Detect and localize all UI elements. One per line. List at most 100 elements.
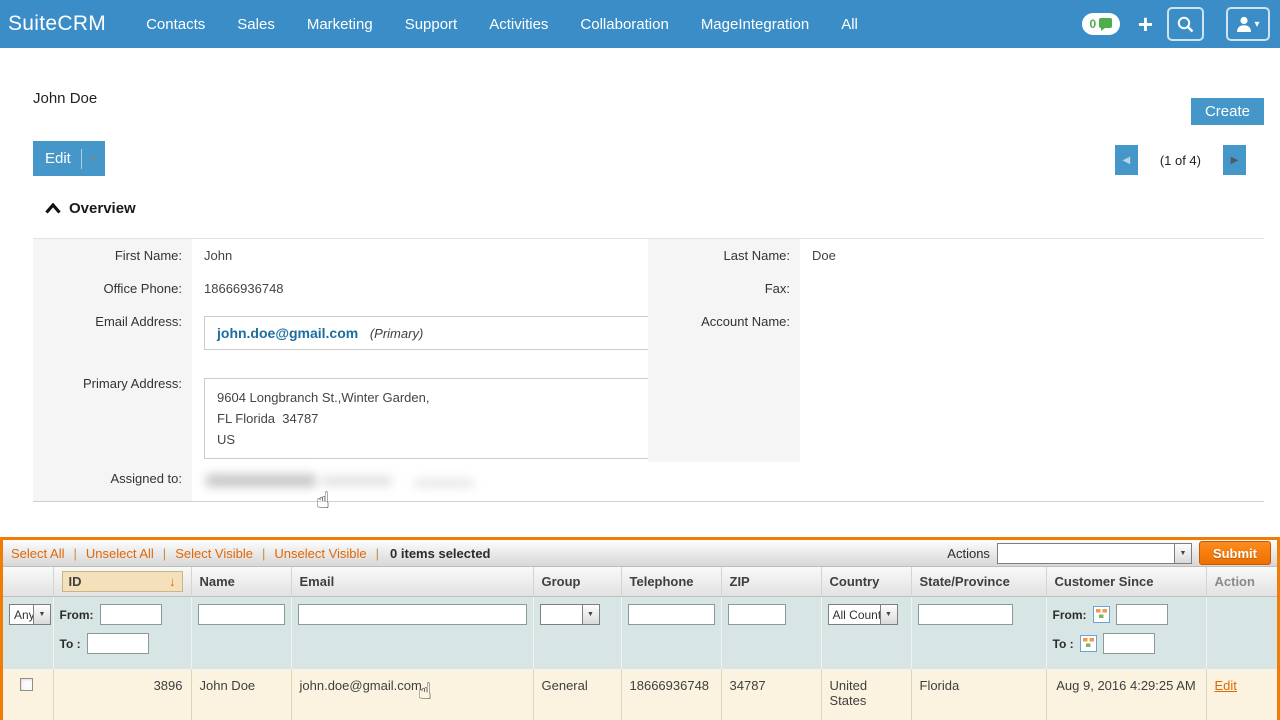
edit-caret-icon[interactable]: ▾ (90, 152, 96, 165)
search-button[interactable] (1167, 7, 1204, 41)
calendar-icon[interactable] (1092, 606, 1110, 623)
table-header-row: ID ↓ Name Email Group Telephone ZIP Coun… (3, 567, 1277, 597)
email-field-box: john.doe@gmail.com (Primary) (204, 316, 654, 350)
nav-item-marketing[interactable]: Marketing (291, 10, 389, 39)
filter-state-input[interactable] (917, 604, 1013, 625)
nav-item-contacts[interactable]: Contacts (130, 10, 221, 39)
next-record-button[interactable]: ▶ (1223, 145, 1246, 175)
nav-item-activities[interactable]: Activities (473, 10, 564, 39)
filter-email-cell (291, 596, 534, 669)
nav-item-support[interactable]: Support (389, 10, 474, 39)
nav-item-all[interactable]: All (825, 10, 874, 39)
filter-telephone-cell (621, 596, 722, 669)
unselect-visible-link[interactable]: Unselect Visible (274, 546, 366, 561)
pagination-counter: (1 of 4) (1159, 152, 1201, 168)
chevron-up-icon (45, 203, 61, 214)
cell-email: john.doe@gmail.com (291, 669, 534, 720)
filter-action-cell (1206, 596, 1277, 669)
actions-area: Actions ▼ Submit (947, 541, 1271, 565)
row-edit-link[interactable]: Edit (1215, 678, 1237, 693)
column-header-email[interactable]: Email (291, 567, 534, 597)
column-header-telephone[interactable]: Telephone (621, 567, 722, 597)
fax-label: Fax: (648, 272, 800, 305)
email-primary-flag: (Primary) (369, 326, 424, 341)
primary-address-cell: 9604 Longbranch St.,Winter Garden, FL Fl… (192, 367, 654, 462)
column-header-zip[interactable]: ZIP (721, 567, 822, 597)
toolbar-divider: | (375, 545, 380, 561)
filter-since-from-input[interactable] (1115, 604, 1168, 625)
row-checkbox[interactable] (20, 678, 33, 691)
address-line-1: 9604 Longbranch St.,Winter Garden, (217, 390, 430, 405)
filter-country-dropdown[interactable]: All Countries ▼ (827, 604, 898, 625)
column-header-name[interactable]: Name (191, 567, 292, 597)
nav-item-mageintegration[interactable]: MageIntegration (685, 10, 825, 39)
nav-right-icons: 0 + ▾ (1081, 7, 1280, 41)
primary-address-box: 9604 Longbranch St.,Winter Garden, FL Fl… (204, 378, 654, 459)
search-icon (1177, 16, 1194, 32)
cell-group: General (533, 669, 622, 720)
first-name-label: First Name: (33, 239, 192, 272)
record-pagination: ◀ (1 of 4) ▶ (1114, 145, 1246, 175)
column-header-state[interactable]: State/Province (911, 567, 1047, 597)
filter-group-dropdown[interactable]: ▼ (539, 604, 600, 625)
column-header-country[interactable]: Country (821, 567, 912, 597)
column-header-group[interactable]: Group (533, 567, 622, 597)
filter-country-cell: All Countries ▼ (821, 596, 912, 669)
right-label-column-filler (648, 367, 800, 462)
select-mode-value: Any (14, 607, 33, 622)
filter-telephone-input[interactable] (627, 604, 715, 625)
create-button[interactable]: Create (1190, 98, 1264, 125)
email-link[interactable]: john.doe@gmail.com (217, 325, 358, 341)
actions-dropdown[interactable]: ▼ (996, 542, 1192, 564)
filter-since-to-input[interactable] (1102, 633, 1155, 654)
cell-customer-since: Aug 9, 2016 4:29:25 AM (1046, 669, 1207, 720)
dropdown-arrow-icon: ▼ (581, 605, 599, 624)
grid-filter-row: Any ▼ From: To : ▼ All Coun ▼ From: To: (3, 596, 1277, 669)
unselect-all-link[interactable]: Unselect All (86, 546, 154, 561)
cell-name: John Doe (191, 669, 292, 720)
notifications-button[interactable]: 0 (1081, 13, 1120, 35)
filter-zip-input[interactable] (727, 604, 786, 625)
select-mode-dropdown[interactable]: Any ▼ (9, 604, 51, 625)
edit-split-button[interactable]: Edit ▾ (33, 141, 106, 176)
nav-item-sales[interactable]: Sales (221, 10, 291, 39)
address-line-3: US (217, 432, 236, 447)
filter-zip-cell (721, 596, 822, 669)
filter-id-to-input[interactable] (86, 633, 149, 654)
assigned-to-label: Assigned to: (33, 462, 192, 501)
dropdown-arrow-icon: ▼ (1173, 543, 1191, 563)
email-address-cell: john.doe@gmail.com (Primary) (192, 305, 654, 367)
magento-customer-grid: Select All | Unselect All | Select Visib… (0, 537, 1280, 720)
filter-select-type-cell: Any ▼ (3, 596, 54, 669)
calendar-icon[interactable] (1079, 635, 1097, 652)
column-header-id[interactable]: ID ↓ (53, 567, 192, 597)
filter-group-cell: ▼ (533, 596, 622, 669)
select-visible-link[interactable]: Select Visible (175, 546, 253, 561)
column-header-action: Action (1206, 567, 1277, 597)
filter-email-input[interactable] (297, 604, 527, 625)
user-menu-button[interactable]: ▾ (1226, 7, 1270, 41)
page-title: John Doe (33, 90, 98, 107)
office-phone-value: 18666936748 (204, 281, 284, 296)
filter-name-input[interactable] (197, 604, 285, 625)
edit-button-separator (80, 148, 82, 169)
select-all-link[interactable]: Select All (11, 546, 64, 561)
overview-section-toggle[interactable]: Overview (45, 200, 136, 217)
grid-massaction-toolbar: Select All | Unselect All | Select Visib… (3, 540, 1277, 567)
column-header-customer-since[interactable]: Customer Since (1046, 567, 1207, 597)
submit-button[interactable]: Submit (1198, 541, 1271, 565)
customer-table: ID ↓ Name Email Group Telephone ZIP Coun… (3, 567, 1277, 720)
customer-table-row[interactable]: 3896 John Doe john.doe@gmail.com General… (3, 669, 1277, 720)
nav-item-collaboration[interactable]: Collaboration (564, 10, 684, 39)
account-name-value (800, 305, 1264, 367)
previous-record-button[interactable]: ◀ (1114, 145, 1138, 175)
quick-create-plus-icon[interactable]: + (1138, 11, 1153, 37)
cell-state: Florida (911, 669, 1047, 720)
cell-action: Edit (1206, 669, 1277, 720)
filter-id-from-input[interactable] (99, 604, 162, 625)
actions-label: Actions (947, 545, 990, 561)
suitecrm-window: SuiteCRM Contacts Sales Marketing Suppor… (0, 0, 1280, 720)
user-icon (1237, 16, 1252, 32)
suitecrm-logo[interactable]: SuiteCRM (8, 12, 106, 36)
last-name-value: Doe (812, 248, 836, 263)
